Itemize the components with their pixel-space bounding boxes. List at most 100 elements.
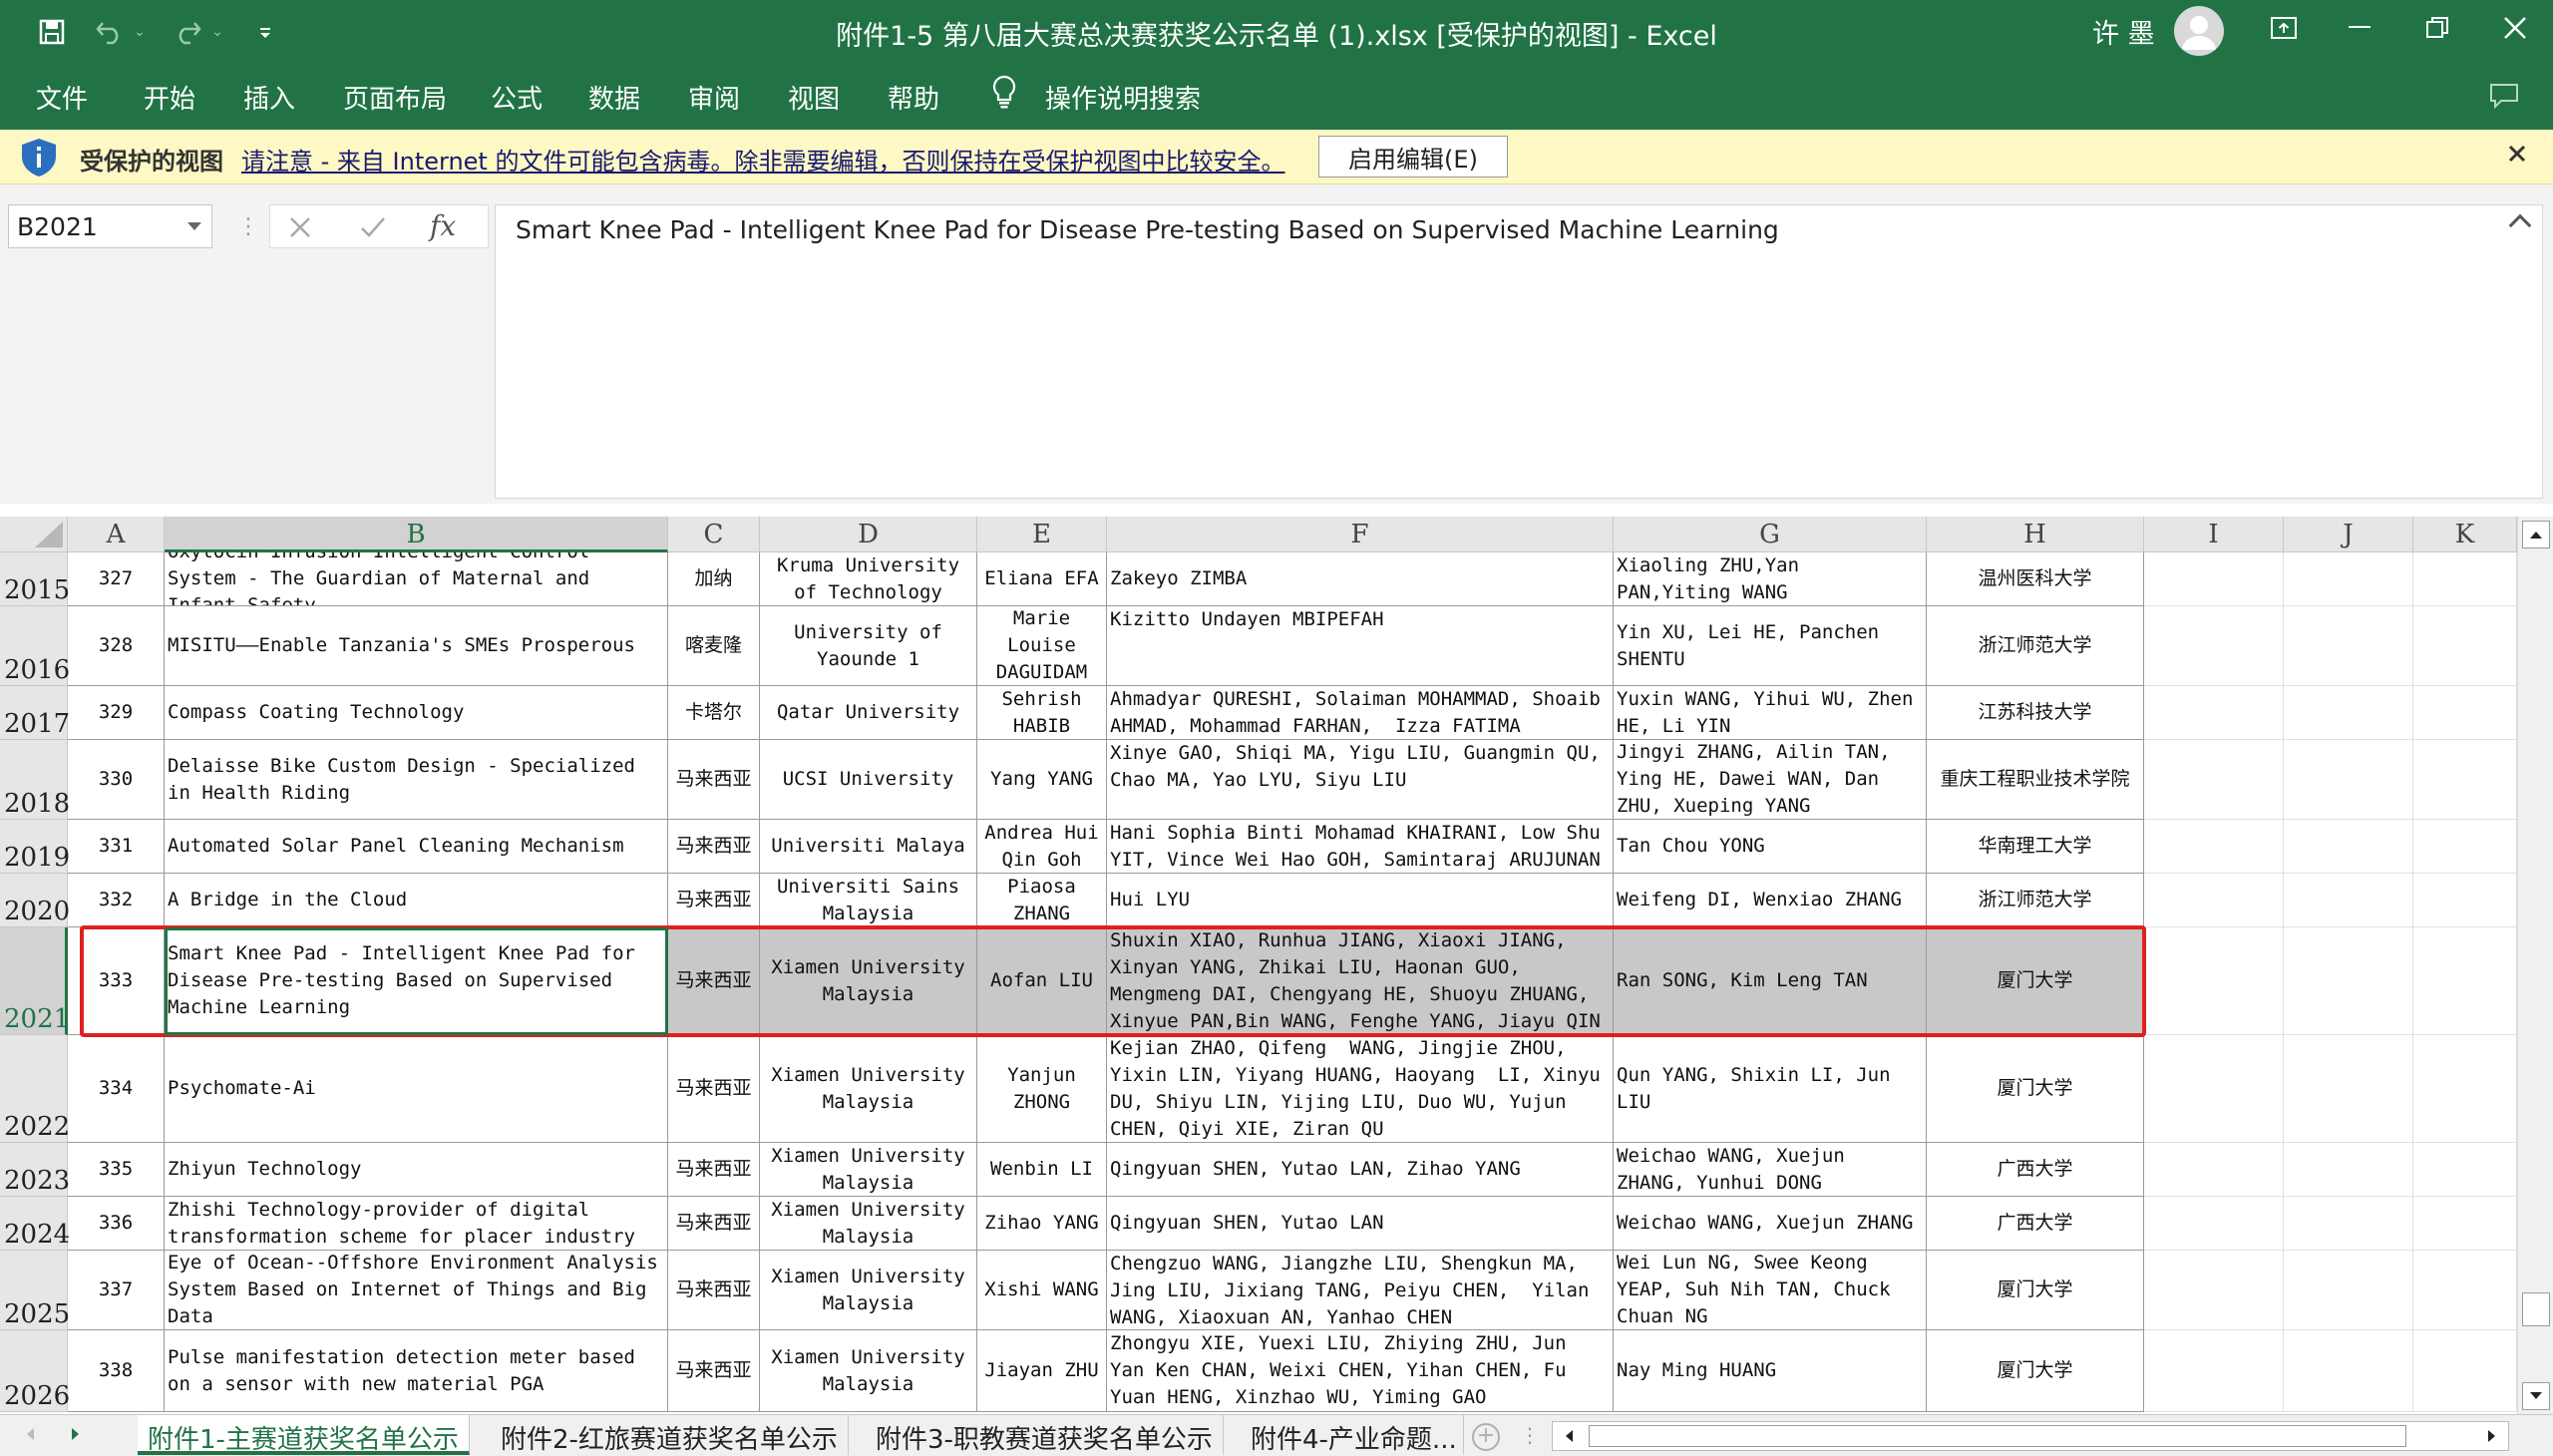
cell-f-2021[interactable]: Shuxin XIAO, Runhua JIANG, Xiaoxi JIANG,…: [1107, 927, 1614, 1035]
cell-d-2026[interactable]: Xiamen University Malaysia: [760, 1330, 977, 1412]
sheet-tab-1[interactable]: 附件1-主赛道获奖名单公示: [138, 1415, 470, 1455]
column-header-e[interactable]: E: [977, 517, 1107, 552]
protected-view-message-link[interactable]: 请注意 - 来自 Internet 的文件可能包含病毒。除非需要编辑，否则保持在…: [241, 142, 1284, 177]
empty-cell[interactable]: [2284, 740, 2413, 820]
cell-c-2023[interactable]: 马来西亚: [668, 1143, 760, 1197]
cell-c-2025[interactable]: 马来西亚: [668, 1251, 760, 1330]
lightbulb-icon[interactable]: [991, 75, 1017, 116]
cell-a-2018[interactable]: 330: [68, 740, 165, 820]
tab-help[interactable]: 帮助: [888, 79, 939, 116]
cell-g-2022[interactable]: Qun YANG, Shixin LI, Jun LIU: [1614, 1035, 1927, 1143]
cell-h-2018[interactable]: 重庆工程职业技术学院: [1927, 740, 2144, 820]
empty-cell[interactable]: [2413, 1035, 2517, 1143]
empty-cell[interactable]: [2144, 874, 2284, 927]
cell-g-2018[interactable]: Jingyi ZHANG, Ailin TAN, Ying HE, Dawei …: [1614, 740, 1927, 820]
cell-d-2015[interactable]: Kruma University of Technology: [760, 552, 977, 606]
empty-cell[interactable]: [2144, 927, 2284, 1035]
column-header-h[interactable]: H: [1927, 517, 2144, 552]
tell-me-search[interactable]: 操作说明搜索: [1045, 79, 1201, 116]
tab-insert[interactable]: 插入: [243, 79, 295, 116]
column-header-f[interactable]: F: [1107, 517, 1614, 552]
cell-c-2016[interactable]: 喀麦隆: [668, 606, 760, 686]
scroll-left-button[interactable]: [1555, 1422, 1583, 1450]
user-name[interactable]: 许 墨: [2092, 12, 2155, 51]
cell-d-2023[interactable]: Xiamen University Malaysia: [760, 1143, 977, 1197]
name-box-dropdown-icon[interactable]: [187, 222, 201, 230]
cell-h-2016[interactable]: 浙江师范大学: [1927, 606, 2144, 686]
empty-cell[interactable]: [2144, 1251, 2284, 1330]
cell-b-2017[interactable]: Compass Coating Technology: [165, 686, 668, 740]
empty-cell[interactable]: [2144, 606, 2284, 686]
column-header-j[interactable]: J: [2284, 517, 2413, 552]
cell-e-2021[interactable]: Aofan LIU: [977, 927, 1107, 1035]
cell-e-2023[interactable]: Wenbin LI: [977, 1143, 1107, 1197]
empty-cell[interactable]: [2413, 1197, 2517, 1251]
horizontal-scroll-thumb[interactable]: [1589, 1425, 2406, 1447]
cell-a-2021[interactable]: 333: [68, 927, 165, 1035]
empty-cell[interactable]: [2284, 1330, 2413, 1412]
cell-f-2015[interactable]: Zakeyo ZIMBA: [1107, 552, 1614, 606]
row-header-2020[interactable]: 2020: [0, 874, 70, 927]
sheet-tab-3[interactable]: 附件3-职教赛道获奖名单公示: [866, 1415, 1224, 1455]
cell-f-2016[interactable]: Kizitto Undayen MBIPEFAH: [1107, 606, 1614, 686]
cell-f-2025[interactable]: Chengzuo WANG, Jiangzhe LIU, Shengkun MA…: [1107, 1251, 1614, 1330]
cell-e-2015[interactable]: Eliana EFA: [977, 552, 1107, 606]
sheet-tab-2[interactable]: 附件2-红旅赛道获奖名单公示: [491, 1415, 849, 1455]
empty-cell[interactable]: [2284, 686, 2413, 740]
empty-cell[interactable]: [2413, 927, 2517, 1035]
row-header-2017[interactable]: 2017: [0, 686, 70, 740]
column-header-g[interactable]: G: [1614, 517, 1927, 552]
cell-e-2017[interactable]: Sehrish HABIB: [977, 686, 1107, 740]
empty-cell[interactable]: [2413, 606, 2517, 686]
column-header-a[interactable]: A: [68, 517, 165, 552]
cell-g-2017[interactable]: Yuxin WANG, Yihui WU, Zhen HE, Li YIN: [1614, 686, 1927, 740]
sheet-nav-next-icon[interactable]: [70, 1423, 82, 1447]
cell-a-2016[interactable]: 328: [68, 606, 165, 686]
cell-b-2016[interactable]: MISITU——Enable Tanzania's SMEs Prosperou…: [165, 606, 668, 686]
tab-view[interactable]: 视图: [788, 79, 840, 116]
empty-cell[interactable]: [2284, 874, 2413, 927]
empty-cell[interactable]: [2284, 1251, 2413, 1330]
tab-home[interactable]: 开始: [144, 79, 195, 116]
cell-c-2022[interactable]: 马来西亚: [668, 1035, 760, 1143]
cell-g-2016[interactable]: Yin XU, Lei HE, Panchen SHENTU: [1614, 606, 1927, 686]
spreadsheet-grid[interactable]: ABCDEFGHIJK 2015 327 Oxytocin Infusion Inte…: [0, 517, 2553, 1414]
cell-c-2015[interactable]: 加纳: [668, 552, 760, 606]
row-header-2025[interactable]: 2025: [0, 1251, 70, 1330]
cell-f-2023[interactable]: Qingyuan SHEN, Yutao LAN, Zihao YANG: [1107, 1143, 1614, 1197]
cell-a-2017[interactable]: 329: [68, 686, 165, 740]
empty-cell[interactable]: [2144, 1143, 2284, 1197]
cell-h-2026[interactable]: 厦门大学: [1927, 1330, 2144, 1412]
column-header-b[interactable]: B: [165, 517, 668, 552]
cell-d-2020[interactable]: Universiti Sains Malaysia: [760, 874, 977, 927]
row-header-2018[interactable]: 2018: [0, 740, 70, 820]
tab-file[interactable]: 文件: [36, 79, 88, 116]
tab-page-layout[interactable]: 页面布局: [343, 79, 447, 116]
empty-cell[interactable]: [2413, 552, 2517, 606]
cell-d-2016[interactable]: University of Yaounde 1: [760, 606, 977, 686]
row-header-2023[interactable]: 2023: [0, 1143, 70, 1197]
cell-b-2018[interactable]: Delaisse Bike Custom Design - Specialize…: [165, 740, 668, 820]
minimize-icon[interactable]: [2320, 0, 2399, 56]
empty-cell[interactable]: [2144, 1035, 2284, 1143]
enable-editing-button[interactable]: 启用编辑(E): [1318, 136, 1508, 178]
cell-c-2026[interactable]: 马来西亚: [668, 1330, 760, 1412]
cell-c-2024[interactable]: 马来西亚: [668, 1197, 760, 1251]
tabs-scroll-split-handle[interactable]: ⋮: [1520, 1423, 1540, 1447]
name-box[interactable]: B2021: [8, 204, 212, 248]
vertical-scroll-thumb[interactable]: [2522, 1292, 2550, 1326]
formula-input[interactable]: Smart Knee Pad - Intelligent Knee Pad fo…: [495, 204, 2543, 499]
cell-g-2015[interactable]: Xiaoling ZHU,Yan PAN,Yiting WANG: [1614, 552, 1927, 606]
cell-a-2025[interactable]: 337: [68, 1251, 165, 1330]
cell-d-2025[interactable]: Xiamen University Malaysia: [760, 1251, 977, 1330]
cell-b-2020[interactable]: A Bridge in the Cloud: [165, 874, 668, 927]
scroll-down-button[interactable]: [2522, 1382, 2550, 1410]
empty-cell[interactable]: [2284, 552, 2413, 606]
cell-e-2024[interactable]: Zihao YANG: [977, 1197, 1107, 1251]
cell-b-2021[interactable]: Smart Knee Pad - Intelligent Knee Pad fo…: [165, 927, 668, 1035]
cell-e-2016[interactable]: Marie Louise DAGUIDAM: [977, 606, 1107, 686]
cell-h-2025[interactable]: 厦门大学: [1927, 1251, 2144, 1330]
cell-d-2019[interactable]: Universiti Malaya: [760, 820, 977, 874]
cell-g-2020[interactable]: Weifeng DI, Wenxiao ZHANG: [1614, 874, 1927, 927]
row-header-2021[interactable]: 2021: [0, 927, 70, 1035]
